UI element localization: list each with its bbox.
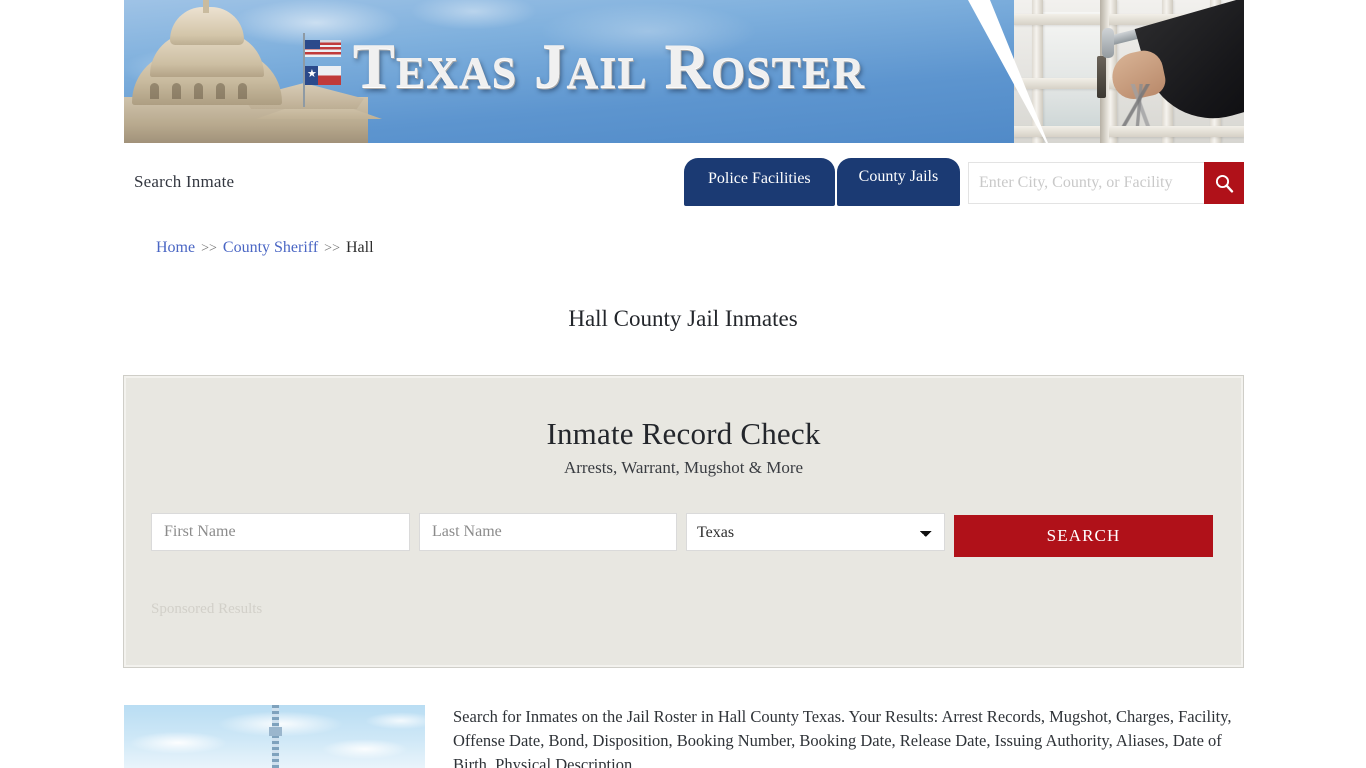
search-input[interactable] <box>968 162 1204 204</box>
navbar: Search Inmate Police Facilities County J… <box>124 150 1244 210</box>
card-subtitle: Arrests, Warrant, Mugshot & More <box>563 458 804 477</box>
jail-bar-horizontal <box>1014 126 1244 137</box>
nav-tabs: Police Facilities County Jails <box>684 158 961 207</box>
card-title: Inmate Record Check <box>546 416 821 451</box>
last-name-input[interactable] <box>419 513 677 551</box>
article-thumbnail <box>124 705 425 768</box>
capitol-spire <box>203 0 209 13</box>
inmate-search-button[interactable]: SEARCH <box>954 515 1213 557</box>
banner-title: Texas Jail Roster <box>352 31 866 101</box>
breadcrumb-item-home[interactable]: Home <box>156 239 195 256</box>
page-root: Texas Jail Roster Search Inmate Police F… <box>0 0 1366 768</box>
breadcrumb: Home >> County Sheriff >> Hall <box>156 239 374 257</box>
search-icon <box>1215 174 1234 193</box>
article-description: Search for Inmates on the Jail Roster in… <box>453 707 1232 768</box>
breadcrumb-item-county-sheriff[interactable]: County Sheriff <box>223 239 318 256</box>
radio-tower-icon <box>269 705 282 768</box>
search-submit-button[interactable] <box>1204 162 1244 204</box>
bottom-content: Search for Inmates on the Jail Roster in… <box>124 705 1244 768</box>
breadcrumb-separator: >> <box>324 241 340 256</box>
tab-police-facilities[interactable]: Police Facilities <box>684 158 835 207</box>
site-banner: Texas Jail Roster <box>124 0 1244 143</box>
state-select[interactable]: Texas <box>686 513 945 551</box>
sponsored-results-label: Sponsored Results <box>151 601 263 617</box>
page-title: Hall County Jail Inmates <box>568 306 798 332</box>
facility-search <box>968 162 1244 204</box>
breadcrumb-item-current: Hall <box>345 239 374 256</box>
breadcrumb-separator: >> <box>201 241 217 256</box>
inmate-record-check-card: Inmate Record Check Arrests, Warrant, Mu… <box>123 375 1244 668</box>
brand-label: Search Inmate <box>134 172 235 191</box>
first-name-input[interactable] <box>151 513 410 551</box>
inmate-search-form: Texas SEARCH <box>151 513 1216 557</box>
tab-county-jails[interactable]: County Jails <box>836 158 961 207</box>
